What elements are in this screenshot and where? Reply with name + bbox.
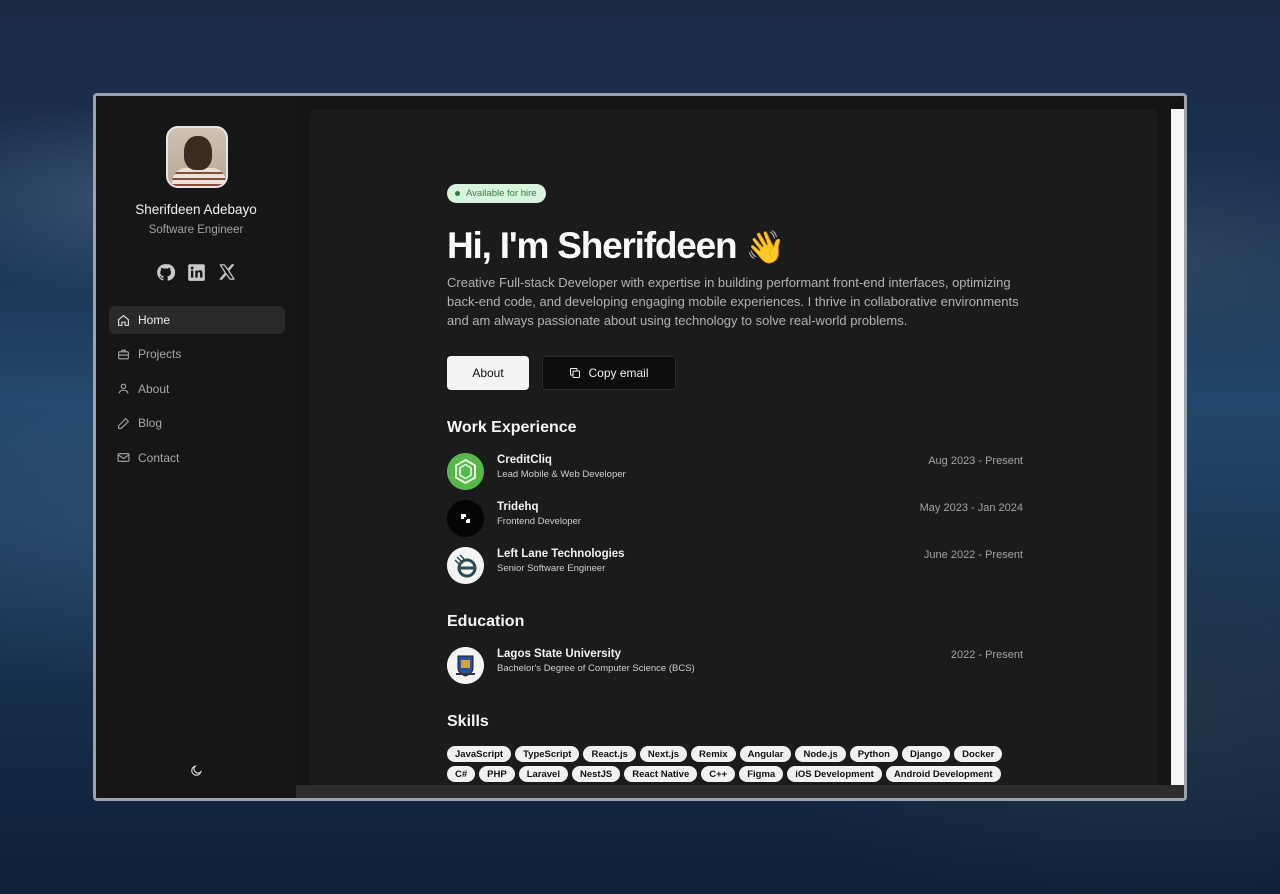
skill-tag: C# xyxy=(447,766,476,782)
skill-tag: Docker xyxy=(954,746,1003,762)
sidebar-item-label: About xyxy=(138,381,170,396)
copy-email-label: Copy email xyxy=(588,366,649,380)
job-date: Aug 2023 - Present xyxy=(928,455,1023,467)
skill-tag: React Native xyxy=(624,766,698,782)
page-title: Hi, I'm Sherifdeen 👋 xyxy=(447,225,786,267)
skill-tag: JavaScript xyxy=(447,746,512,762)
page-title-text: Hi, I'm Sherifdeen xyxy=(447,225,738,266)
skill-tag: TypeScript xyxy=(515,746,580,762)
job-date: May 2023 - Jan 2024 xyxy=(919,502,1023,514)
job-role: Lead Mobile & Web Developer xyxy=(497,469,626,480)
status-dot-icon xyxy=(455,191,460,196)
skill-tag: PHP xyxy=(479,766,515,782)
skill-tag: React.js xyxy=(583,746,636,762)
sidebar-item-label: Contact xyxy=(138,450,180,465)
skill-tag: Python xyxy=(849,746,898,762)
sidebar-item-blog[interactable]: Blog xyxy=(109,409,285,437)
tridehq-logo-icon xyxy=(447,500,484,537)
sidebar-item-about[interactable]: About xyxy=(109,375,285,403)
skills-title: Skills xyxy=(447,713,489,730)
hero-description: Creative Full-stack Developer with exper… xyxy=(447,275,1019,328)
mail-icon xyxy=(117,453,130,462)
leftlane-logo-icon xyxy=(447,547,484,584)
sidebar-item-projects[interactable]: Projects xyxy=(109,340,285,368)
experience-item-tridehq: Tridehq Frontend Developer May 2023 - Ja… xyxy=(447,500,1023,538)
vertical-scrollbar[interactable] xyxy=(1171,109,1184,785)
status-badge: Available for hire xyxy=(447,184,546,203)
sidebar-item-label: Projects xyxy=(138,347,182,362)
experience-item-creditcliq: CreditCliq Lead Mobile & Web Developer A… xyxy=(447,453,1023,491)
sidebar-item-home[interactable]: Home xyxy=(109,306,285,334)
company-name: Tridehq xyxy=(497,501,539,513)
profile-role: Software Engineer xyxy=(148,224,244,236)
skill-tag: Django xyxy=(901,746,951,762)
about-button[interactable]: About xyxy=(447,356,529,390)
sidebar-nav: Home Projects About Blog Contact xyxy=(109,306,285,478)
skill-tag: iOS Development xyxy=(787,766,882,782)
social-links xyxy=(155,262,237,282)
university-logo-icon xyxy=(447,647,484,684)
job-role: Frontend Developer xyxy=(497,516,581,527)
experience-item-leftlane: Left Lane Technologies Senior Software E… xyxy=(447,547,1023,585)
skill-tag: Next.js xyxy=(639,746,688,762)
skill-tag: Remix xyxy=(691,746,736,762)
horizontal-scrollbar[interactable] xyxy=(296,785,1184,798)
browser-window: Sherifdeen Adebayo Software Engineer Hom… xyxy=(93,93,1187,801)
work-experience-title: Work Experience xyxy=(447,419,577,436)
company-name: Left Lane Technologies xyxy=(497,548,625,560)
sidebar-item-label: Blog xyxy=(138,416,163,431)
skills-row: C# PHP Laravel NestJS React Native C++ Figma iO… xyxy=(447,766,1027,782)
job-role: Senior Software Engineer xyxy=(497,563,606,574)
skills-list: JavaScript TypeScript React.js Next.js Remix… xyxy=(447,746,1027,785)
wave-icon: 👋 xyxy=(745,229,786,265)
home-icon xyxy=(118,314,129,326)
skill-tag: Angular xyxy=(739,746,792,762)
skills-row: JavaScript TypeScript React.js Next.js Remix… xyxy=(447,746,1027,762)
skill-tag: Figma xyxy=(739,766,784,782)
education-item-lasu: Lagos State University Bachelor's Degree… xyxy=(447,647,1023,685)
skill-tag: Laravel xyxy=(518,766,568,782)
creditcliq-logo-icon xyxy=(447,453,484,490)
job-date: June 2022 - Present xyxy=(923,549,1023,561)
sidebar-item-label: Home xyxy=(138,313,171,327)
copy-email-button[interactable]: Copy email xyxy=(542,356,676,390)
x-icon[interactable] xyxy=(217,262,237,282)
github-icon[interactable] xyxy=(155,262,175,282)
education-title: Education xyxy=(447,613,525,630)
profile-name: Sherifdeen Adebayo xyxy=(135,202,257,217)
skill-tag: NestJS xyxy=(571,766,621,782)
degree: Bachelor's Degree of Computer Science (B… xyxy=(497,663,695,674)
skill-tag: Node.js xyxy=(795,746,846,762)
copy-icon xyxy=(570,368,581,378)
briefcase-icon xyxy=(118,349,129,360)
school-name: Lagos State University xyxy=(497,648,621,660)
sidebar-item-contact[interactable]: Contact xyxy=(109,444,285,472)
avatar xyxy=(166,126,228,188)
skill-tag: C++ xyxy=(701,766,736,782)
user-icon xyxy=(118,383,129,394)
main-content: Available for hire Hi, I'm Sherifdeen 👋 … xyxy=(310,109,1158,785)
moon-icon[interactable] xyxy=(189,763,203,777)
skill-tag: Android Development xyxy=(885,766,1001,782)
sidebar: Sherifdeen Adebayo Software Engineer Hom… xyxy=(96,96,296,798)
education-date: 2022 - Present xyxy=(950,649,1023,661)
pen-icon xyxy=(118,417,130,429)
status-badge-label: Available for hire xyxy=(466,188,537,199)
company-name: CreditCliq xyxy=(497,454,552,466)
linkedin-icon[interactable] xyxy=(186,262,206,282)
